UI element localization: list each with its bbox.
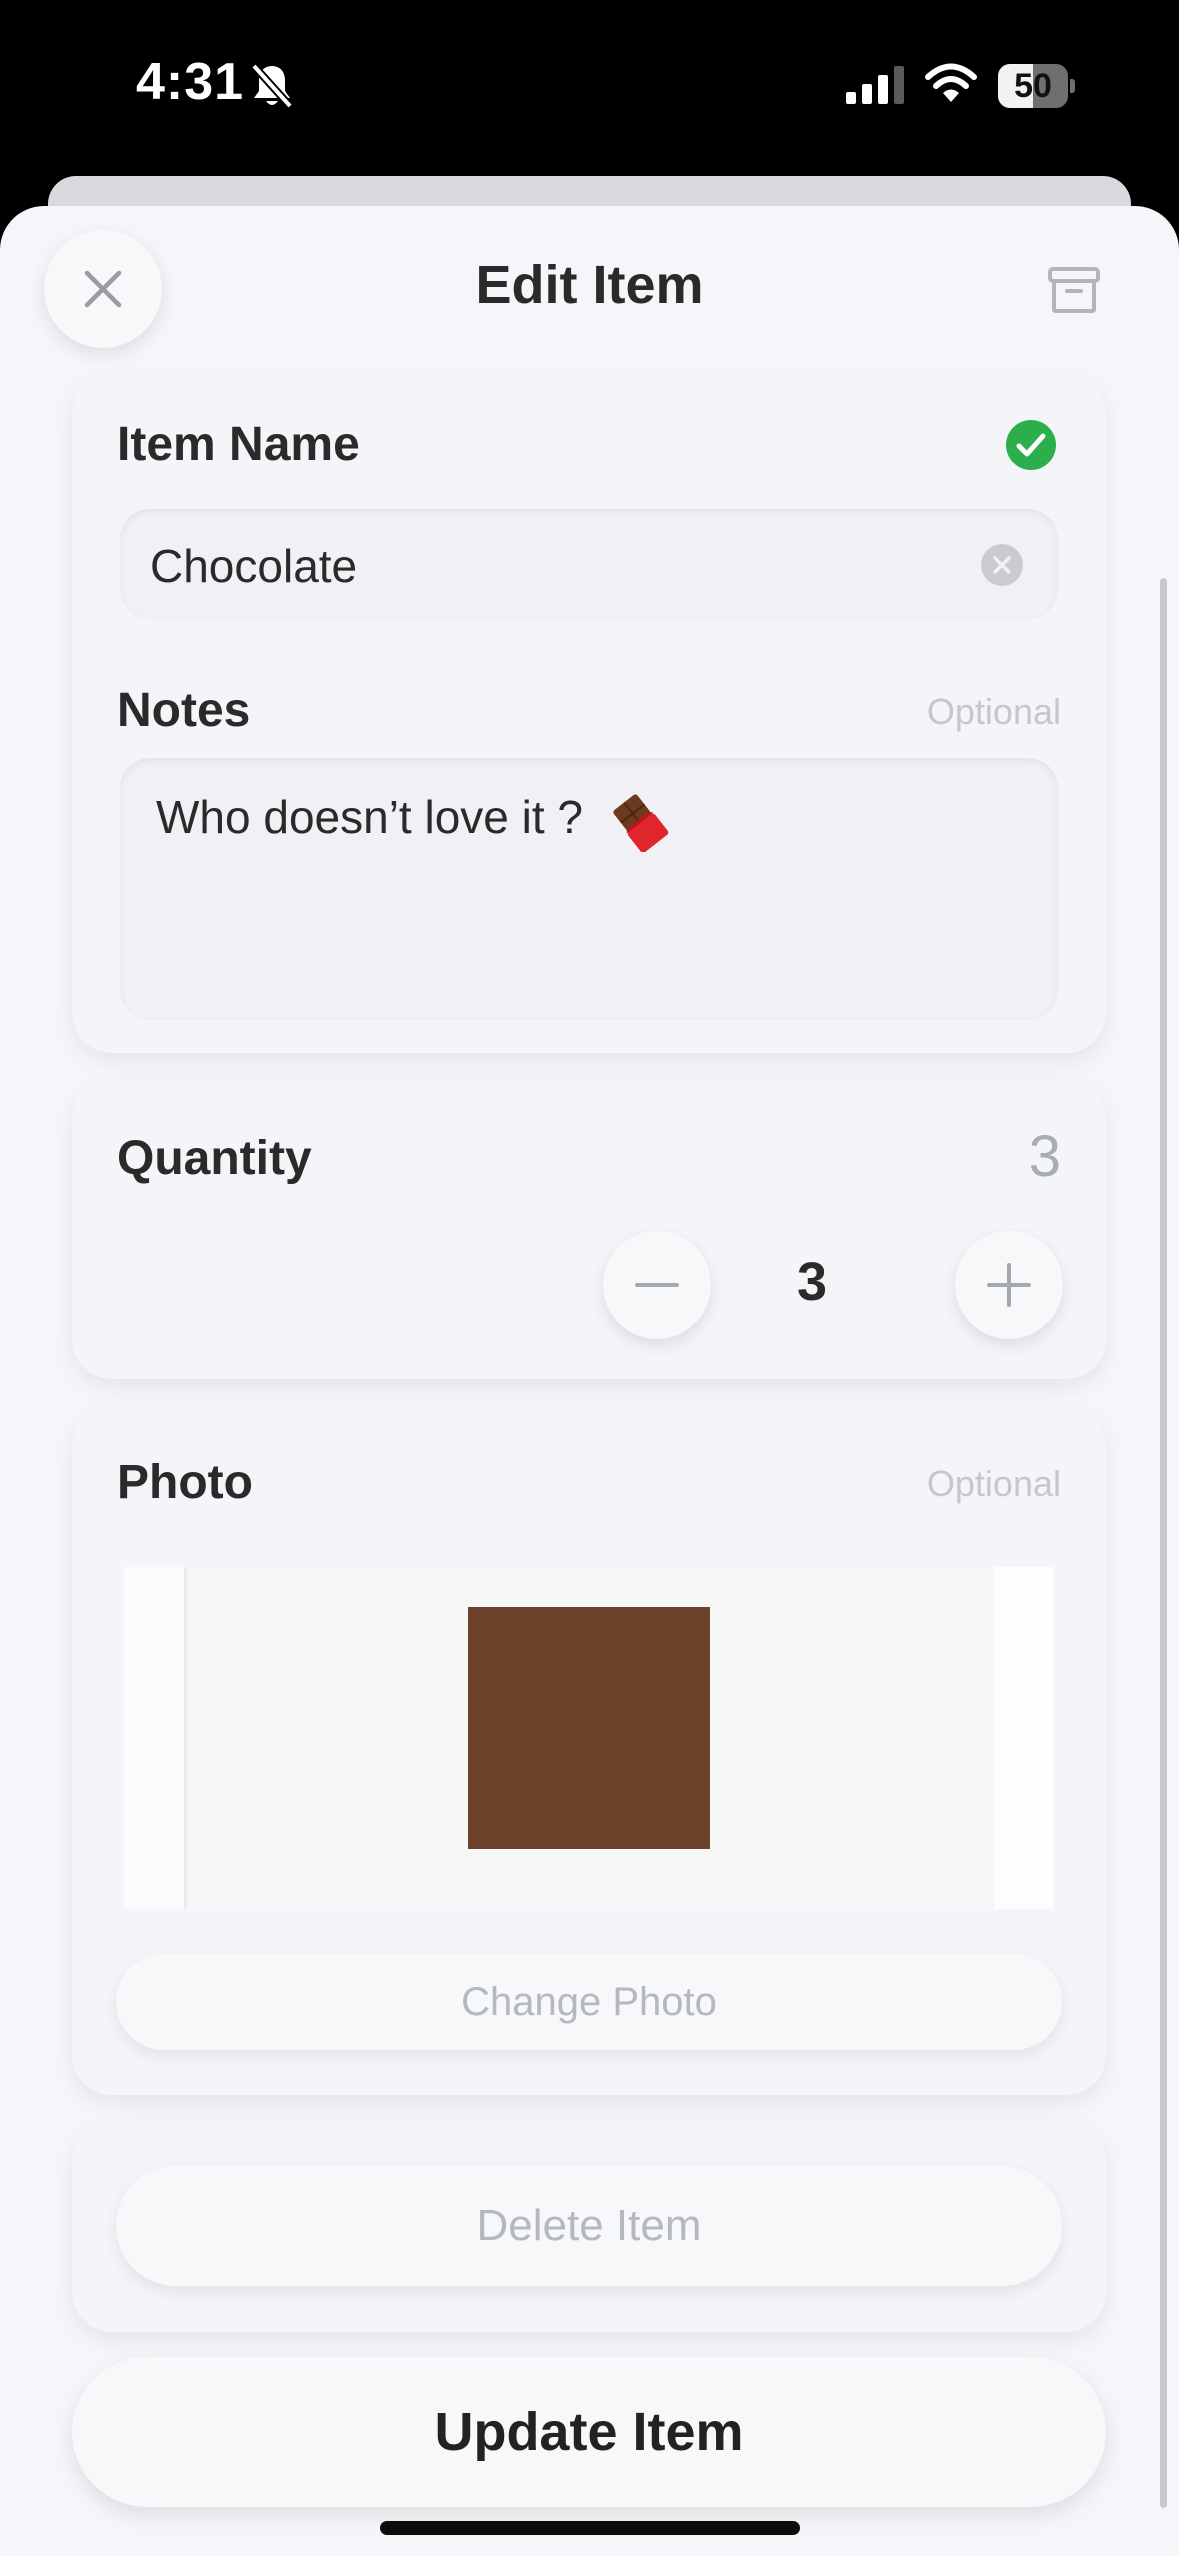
clear-circle-icon[interactable] <box>980 543 1024 587</box>
update-item-button[interactable]: Update Item <box>72 2357 1106 2507</box>
status-time: 4:31 <box>136 53 245 111</box>
archive-button[interactable] <box>1044 262 1104 318</box>
home-indicator <box>380 2521 800 2535</box>
increase-quantity-button[interactable] <box>955 1231 1063 1339</box>
delete-card: Delete Item <box>72 2122 1106 2332</box>
item-name-value: Chocolate <box>150 540 358 592</box>
notes-value: Who doesn’t love it ? <box>156 790 672 852</box>
delete-item-button[interactable]: Delete Item <box>116 2166 1062 2286</box>
photo-label: Photo <box>117 1456 253 1509</box>
notes-label: Notes <box>117 684 251 737</box>
photo-optional-label: Optional <box>926 1463 1061 1504</box>
item-name-label: Item Name <box>117 418 360 471</box>
item-photo <box>124 1567 1054 1909</box>
change-photo-button[interactable]: Change Photo <box>116 1954 1062 2050</box>
item-details-card: Item Name Chocolate Notes Optional Who d… <box>72 373 1106 1053</box>
battery-level: 50 <box>1014 67 1052 105</box>
archive-icon <box>1048 267 1100 313</box>
scroll-indicator[interactable] <box>1160 578 1167 2508</box>
page-title: Edit Item <box>475 255 704 315</box>
quantity-card: Quantity 3 3 <box>72 1079 1106 1379</box>
decrease-quantity-button[interactable] <box>603 1231 711 1339</box>
notes-text: Who doesn’t love it ? <box>156 791 584 844</box>
check-circle-icon <box>1006 420 1056 470</box>
battery-icon: 50 <box>998 64 1075 108</box>
photo-chocolate-image <box>468 1607 710 1849</box>
quantity-label: Quantity <box>117 1132 312 1185</box>
quantity-value: 3 <box>796 1252 828 1312</box>
notes-optional-label: Optional <box>926 691 1061 732</box>
chocolate-bar-icon <box>613 794 669 852</box>
wifi-icon <box>925 63 977 102</box>
notes-input[interactable]: Who doesn’t love it ? <box>120 758 1058 1020</box>
plus-icon <box>987 1263 1031 1307</box>
item-name-input[interactable]: Chocolate <box>120 509 1058 619</box>
edit-item-sheet: Edit Item Item Name Chocolate Notes Opti… <box>0 206 1179 2556</box>
signal-icon <box>846 66 904 104</box>
bell-slash-icon <box>251 63 293 109</box>
photo-card: Photo Optional Change Photo <box>72 1407 1106 2095</box>
status-bar: 4:31 50 <box>0 0 1179 175</box>
quantity-display: 3 <box>1028 1124 1061 1189</box>
minus-icon <box>635 1283 679 1287</box>
